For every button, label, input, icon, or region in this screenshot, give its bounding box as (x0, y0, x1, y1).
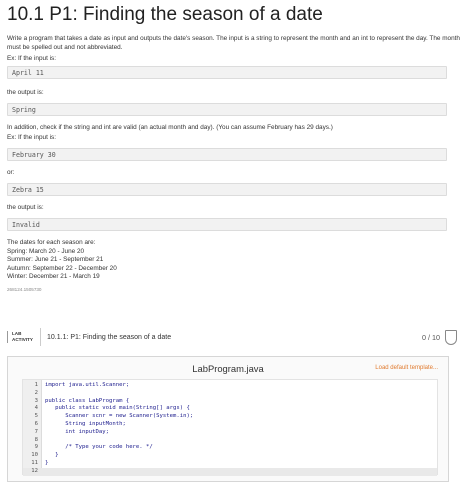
line-number: 5 (34, 413, 38, 420)
problem-description: 10.1 P1: Finding the season of a date Wr… (0, 0, 474, 292)
intro-text: Write a program that takes a date as inp… (7, 35, 460, 51)
code-text[interactable]: } (45, 452, 58, 460)
output-label: the output is: (7, 89, 44, 96)
season-item: Summer: June 21 - September 21 (7, 256, 104, 264)
lab-score: 0 / 10 (422, 332, 440, 342)
code-line[interactable]: 10 } (23, 452, 437, 460)
code-line[interactable]: 7 int inputDay; (23, 429, 437, 437)
season-item: Winter: December 21 - March 19 (7, 273, 100, 281)
code-line[interactable]: 6 String inputMonth; (23, 421, 437, 429)
code-line[interactable]: 1 import java.util.Scanner; (23, 382, 437, 390)
line-number: 9 (34, 444, 38, 451)
code-line[interactable]: 9 /* Type your code here. */ (23, 444, 437, 452)
code-editor-panel: LabProgram.java Load default template...… (7, 356, 449, 482)
or-label: or: (7, 169, 15, 176)
code-line-active[interactable]: 12 (23, 467, 437, 476)
line-number: 7 (34, 428, 38, 435)
code-line[interactable]: 3 public class LabProgram { (23, 398, 437, 406)
example-1-output: Spring (7, 103, 447, 116)
line-number: 1 (34, 382, 38, 388)
example-2-input: February 30 (7, 148, 447, 161)
example-2-output: Invalid (7, 218, 447, 231)
example-1-input: April 11 (7, 66, 447, 79)
validity-text: In addition, check if the string and int… (7, 124, 333, 131)
code-line[interactable]: 2 (23, 390, 437, 398)
code-line[interactable]: 8 (23, 437, 437, 445)
code-text[interactable]: public static void main(String[] args) { (45, 405, 190, 413)
code-editor[interactable]: 1 import java.util.Scanner; 2 3 public cla… (22, 379, 438, 476)
lab-activity-header: LAB ACTIVITY 10.1.1: P1: Finding the sea… (7, 325, 457, 349)
season-item: Autumn: September 22 - December 20 (7, 264, 117, 272)
line-number: 8 (34, 436, 38, 443)
example-3-input: Zebra 15 (7, 183, 447, 196)
line-number: 6 (34, 421, 38, 427)
page-title: 10.1 P1: Finding the season of a date (7, 4, 323, 25)
load-default-template-link[interactable]: Load default template... (375, 365, 438, 371)
code-text[interactable]: public class LabProgram { (45, 398, 129, 406)
code-text[interactable]: } (45, 460, 48, 468)
file-bar: LabProgram.java Load default template... (8, 357, 448, 379)
output-label: the output is: (7, 204, 44, 211)
code-text[interactable]: /* Type your code here. */ (45, 444, 153, 452)
seasons-heading: The dates for each season are: (7, 239, 96, 246)
example-1-label: Ex: If the input is: (7, 55, 57, 62)
code-text[interactable]: import java.util.Scanner; (45, 382, 129, 390)
lab-title: 10.1.1: P1: Finding the season of a date (47, 333, 172, 341)
code-text[interactable]: int inputDay; (45, 429, 109, 437)
example-2-label: Ex: If the input is: (7, 134, 57, 141)
line-number: 4 (34, 405, 38, 412)
line-number: 3 (34, 397, 38, 404)
line-number: 11 (31, 460, 38, 466)
line-number: 10 (31, 452, 38, 459)
line-number: 2 (34, 389, 38, 396)
code-text[interactable]: Scanner scnr = new Scanner(System.in); (45, 413, 193, 421)
divider (40, 328, 41, 346)
badge-line-2: ACTIVITY (12, 337, 33, 342)
code-line[interactable]: 5 Scanner scnr = new Scanner(System.in); (23, 413, 437, 421)
completion-shield-icon (445, 329, 457, 345)
season-item: Spring: March 20 - June 20 (7, 247, 85, 255)
code-text[interactable]: String inputMonth; (45, 421, 126, 429)
lab-activity-badge: LAB ACTIVITY (7, 331, 36, 343)
reference-id: 268124.1505730 (7, 286, 42, 292)
code-line[interactable]: 4 public static void main(String[] args)… (23, 405, 437, 413)
code-line[interactable]: 11} (23, 460, 437, 468)
seasons-list: The dates for each season are: Spring: M… (7, 239, 466, 282)
line-number: 12 (31, 467, 38, 474)
